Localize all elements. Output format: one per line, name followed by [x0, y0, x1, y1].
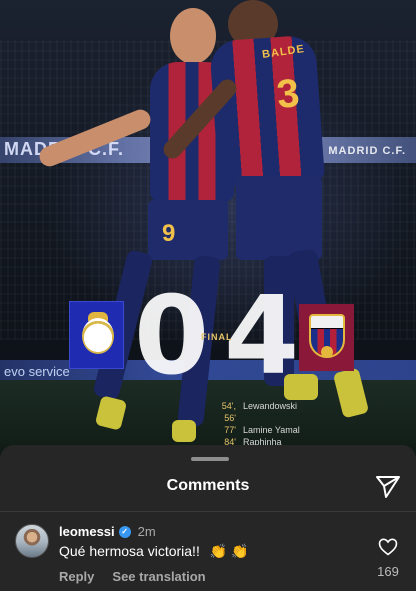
comment-text: Qué hermosa victoria!! 👏 👏	[59, 543, 249, 560]
comment-body: Qué hermosa victoria!!	[59, 543, 200, 559]
sheet-divider	[0, 511, 416, 512]
player-number-back: 3	[274, 70, 302, 118]
comments-sheet: Comments leomessi ✓ 2m Qué hermosa victo…	[0, 445, 416, 591]
fc-barcelona-crest	[299, 304, 354, 371]
score-away: 4	[224, 274, 299, 399]
instagram-story-view: MADRID C.F. MADRID C.F. evo service 9	[0, 0, 416, 591]
ad-board-lower-text: evo service	[4, 364, 70, 379]
ball-icon	[321, 346, 333, 358]
final-label: FINAL	[201, 332, 233, 342]
avatar[interactable]	[15, 524, 49, 558]
real-madrid-crest	[69, 301, 124, 369]
verified-badge-icon: ✓	[118, 525, 131, 538]
clapping-hands-icon: 👏 👏	[209, 543, 249, 559]
see-translation-button[interactable]: See translation	[112, 569, 205, 584]
scorer-row: 54', 56' Lewandowski	[212, 400, 300, 424]
player-boot	[172, 420, 196, 442]
like-count: 169	[377, 564, 399, 579]
heart-icon[interactable]	[378, 538, 398, 556]
paper-plane-icon[interactable]	[374, 472, 402, 500]
player-head	[170, 8, 216, 64]
real-madrid-badge-icon	[82, 318, 114, 354]
comments-title: Comments	[166, 477, 250, 494]
goal-scorers-list: 54', 56' Lewandowski 77' Lamine Yamal 84…	[212, 400, 300, 448]
story-image[interactable]: MADRID C.F. MADRID C.F. evo service 9	[0, 0, 416, 470]
player-number-front: 9	[162, 220, 176, 247]
scorer-row: 77' Lamine Yamal	[212, 424, 300, 436]
reply-button[interactable]: Reply	[59, 569, 94, 584]
comment-time: 2m	[137, 524, 156, 539]
scorer-name: Lewandowski	[243, 401, 298, 411]
player-shorts	[148, 200, 228, 260]
sheet-drag-handle[interactable]	[191, 457, 229, 461]
scorer-minute: 54', 56'	[221, 401, 236, 423]
player-shorts	[236, 176, 322, 260]
scorer-name: Lamine Yamal	[243, 425, 300, 435]
scorer-minute: 77'	[224, 425, 236, 435]
score-home: 0	[134, 274, 209, 399]
ad-board-right-text: MADRID C.F.	[328, 145, 406, 157]
comment-actions: Reply See translation	[59, 569, 206, 584]
comment-username[interactable]: leomessi	[59, 524, 115, 539]
comment-header: leomessi ✓ 2m	[59, 524, 156, 539]
